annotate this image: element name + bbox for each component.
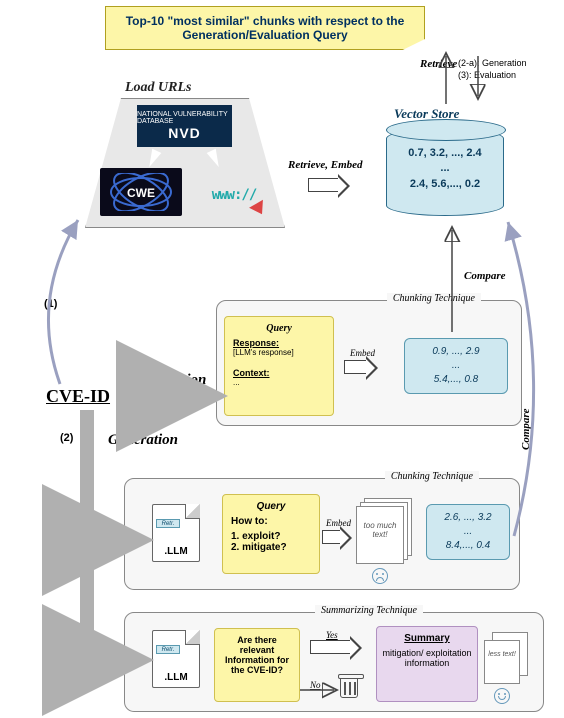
eval-embed-values: 0.9, ..., 2.9 ... 5.4,..., 0.8	[404, 338, 508, 394]
context-label: Context:	[233, 368, 325, 378]
vs-row: 0.7, 3.2, ..., 2.4	[396, 146, 494, 161]
page-icon: less text!	[484, 640, 520, 684]
query-title: Query	[233, 323, 325, 334]
happy-face-icon	[494, 688, 510, 704]
compare-label: Compare	[464, 270, 506, 282]
context-value: ...	[233, 378, 325, 387]
gen-q2: 2. mitigate?	[231, 542, 311, 553]
no-label: No	[310, 680, 321, 690]
vector-store-values: 0.7, 3.2, ..., 2.4 ... 2.4, 5.6,..., 0.2	[396, 146, 494, 192]
cwe-source: CWE	[100, 168, 182, 216]
embed-row: ...	[431, 525, 505, 539]
eval-technique-title: Chunking Technique	[387, 293, 481, 304]
sum-query-text: Are there relevant Information for the C…	[225, 635, 289, 675]
arrow-icon	[310, 640, 350, 654]
arrow-icon	[322, 530, 340, 544]
retrieve-steps: (2-a): Generation (3): Evaluation	[458, 58, 527, 81]
retr-llm-file: Retr. .LLM	[152, 630, 200, 688]
retrieve-label: Retrieve	[420, 58, 457, 70]
top-banner: Top-10 "most similar" chunks with respec…	[105, 6, 425, 50]
less-text-stack: less text!	[484, 632, 528, 686]
gen-query-note: Query How to: 1. exploit? 2. mitigate?	[222, 494, 320, 574]
diagram-canvas: Top-10 "most similar" chunks with respec…	[0, 0, 564, 718]
arrow-icon	[344, 360, 366, 374]
gen-q1: 1. exploit?	[231, 531, 311, 542]
evaluation-flow-label: Evaluation	[138, 372, 206, 389]
nvd-source: NATIONAL VULNERABILITY DATABASE NVD	[137, 105, 232, 147]
summary-body: mitigation/ exploitation information	[381, 648, 473, 668]
svg-text:CWE: CWE	[127, 186, 155, 200]
response-value: [LLM's response]	[233, 348, 325, 357]
nvd-big-text: NVD	[168, 125, 201, 141]
embed-row: 2.6, ..., 3.2	[431, 511, 505, 525]
www-text: www://	[212, 187, 257, 203]
nvd-small-text: NATIONAL VULNERABILITY DATABASE	[137, 111, 232, 125]
vs-row: ...	[396, 161, 494, 176]
gen-technique-title: Chunking Technique	[385, 471, 479, 482]
generation-flow-label: Generation	[108, 432, 178, 449]
www-source: www://	[195, 175, 273, 215]
file-header: Retr.	[156, 519, 180, 528]
file-header: Retr.	[156, 645, 180, 654]
vs-row: 2.4, 5.6,..., 0.2	[396, 177, 494, 192]
step-2: (2)	[60, 432, 73, 444]
file-ext: .LLM	[153, 672, 199, 683]
retrieve-step-a: (2-a): Generation	[458, 58, 527, 70]
file-ext: .LLM	[153, 546, 199, 557]
sum-query-note: Are there relevant Information for the C…	[214, 628, 300, 702]
embed-row: 5.4,..., 0.8	[409, 373, 503, 387]
yes-label: Yes	[326, 630, 338, 640]
summary-title: Summary	[381, 633, 473, 644]
howto-label: How to:	[231, 516, 311, 527]
step-1: (1)	[44, 298, 57, 310]
sum-technique-title: Summarizing Technique	[315, 605, 423, 616]
response-label: Response:	[233, 338, 325, 348]
too-much-text-stack: too much text!	[356, 498, 414, 566]
retrieve-step-b: (3): Evaluation	[458, 70, 527, 82]
summary-output: Summary mitigation/ exploitation informa…	[376, 626, 478, 702]
compare-label: Compare	[520, 408, 532, 450]
load-urls-title: Load URLs	[125, 80, 192, 96]
eval-query-note: Query Response: [LLM's response] Context…	[224, 316, 334, 416]
arrow-icon	[308, 178, 338, 192]
retr-llm-file: Retr. .LLM	[152, 504, 200, 562]
top-banner-text: Top-10 "most similar" chunks with respec…	[116, 14, 414, 42]
cve-id-label: CVE-ID	[46, 386, 110, 407]
step-3: (3)	[160, 400, 173, 412]
trash-icon	[340, 678, 358, 698]
page-icon: too much text!	[356, 506, 404, 564]
gen-embed-values: 2.6, ..., 3.2 ... 8.4,..., 0.4	[426, 504, 510, 560]
retrieve-embed-label: Retrieve, Embed	[288, 159, 363, 171]
sad-face-icon	[372, 568, 388, 584]
embed-row: 8.4,..., 0.4	[431, 539, 505, 553]
query-title: Query	[231, 501, 311, 512]
embed-row: 0.9, ..., 2.9	[409, 345, 503, 359]
vertical-shaft	[80, 410, 94, 658]
embed-row: ...	[409, 359, 503, 373]
